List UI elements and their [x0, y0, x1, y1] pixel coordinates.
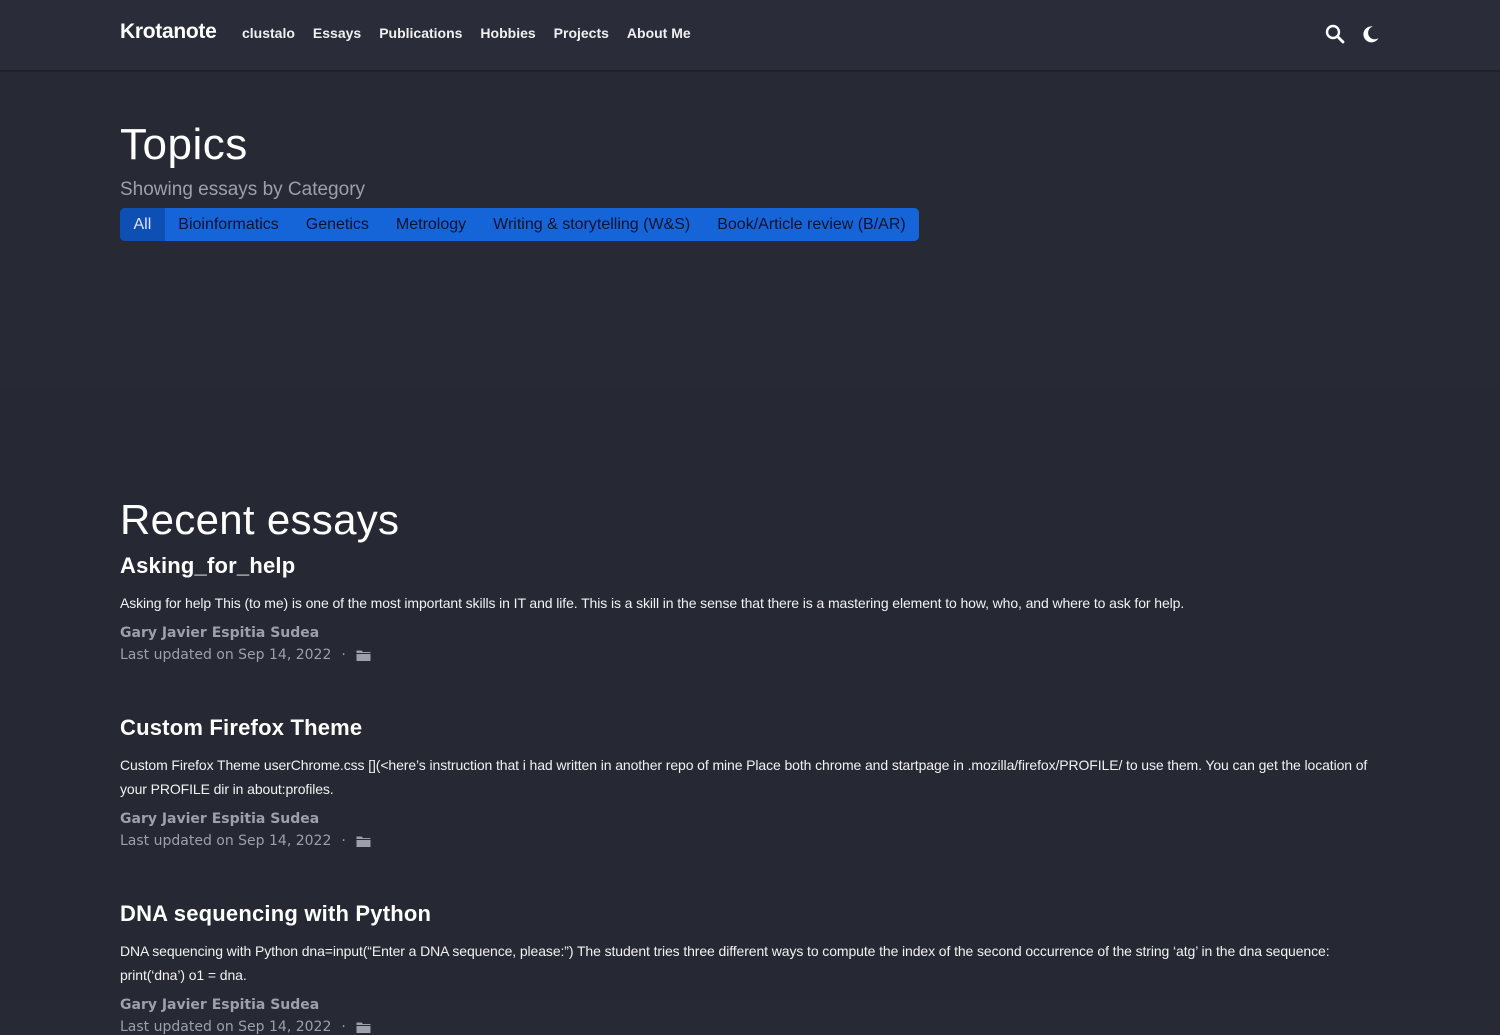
- folder-icon[interactable]: [356, 649, 371, 662]
- recent-essays-title: Recent essays: [120, 496, 400, 543]
- nav-link-publications[interactable]: Publications: [379, 25, 462, 41]
- essay-updated: Last updated on Sep 14, 2022: [120, 833, 332, 849]
- top-navbar: Krotanote clustalo Essays Publications H…: [0, 0, 1500, 72]
- nav-link-projects[interactable]: Projects: [554, 25, 609, 41]
- essay-card: Custom Firefox Theme Custom Firefox Them…: [120, 715, 1380, 849]
- recent-essays-section: Recent essays Asking_for_help Asking for…: [0, 386, 1500, 1035]
- filter-metrology[interactable]: Metrology: [382, 208, 480, 241]
- filter-all[interactable]: All: [120, 208, 165, 241]
- topics-title: Topics: [120, 120, 248, 169]
- nav-link-clustalo[interactable]: clustalo: [242, 25, 295, 41]
- filter-genetics[interactable]: Genetics: [292, 208, 383, 241]
- meta-separator: ·: [341, 1019, 346, 1035]
- essay-meta: Last updated on Sep 14, 2022 ·: [120, 1019, 1380, 1035]
- essay-author: Gary Javier Espitia Sudea: [120, 625, 320, 641]
- essay-summary: Custom Firefox Theme userChrome.css [](<…: [120, 757, 1368, 797]
- essay-summary: DNA sequencing with Python dna=input(“En…: [120, 943, 1330, 983]
- essay-summary: Asking for help This (to me) is one of t…: [120, 595, 1185, 611]
- filter-writing-storytelling[interactable]: Writing & storytelling (W&S): [479, 208, 704, 241]
- moon-icon[interactable]: [1361, 24, 1381, 44]
- filter-bioinformatics[interactable]: Bioinformatics: [164, 208, 293, 241]
- essay-meta: Last updated on Sep 14, 2022 ·: [120, 833, 1380, 849]
- essay-title[interactable]: DNA sequencing with Python: [120, 901, 1380, 927]
- topics-subtitle: Showing essays by Category: [120, 179, 366, 200]
- nav-link-hobbies[interactable]: Hobbies: [480, 25, 535, 41]
- site-brand[interactable]: Krotanote: [120, 20, 217, 44]
- essay-title[interactable]: Asking_for_help: [120, 553, 1380, 579]
- meta-separator: ·: [341, 833, 346, 849]
- filter-book-article-review[interactable]: Book/Article review (B/AR): [703, 208, 920, 241]
- essay-author: Gary Javier Espitia Sudea: [120, 811, 320, 827]
- category-filter-bar: All Bioinformatics Genetics Metrology Wr…: [120, 208, 920, 241]
- essay-updated: Last updated on Sep 14, 2022: [120, 647, 332, 663]
- folder-icon[interactable]: [356, 1021, 371, 1034]
- essay-meta: Last updated on Sep 14, 2022 ·: [120, 647, 1380, 663]
- essay-updated: Last updated on Sep 14, 2022: [120, 1019, 332, 1035]
- essay-card: Asking_for_help Asking for help This (to…: [120, 553, 1380, 663]
- folder-icon[interactable]: [356, 835, 371, 848]
- essay-author: Gary Javier Espitia Sudea: [120, 997, 320, 1013]
- search-icon[interactable]: [1325, 24, 1345, 44]
- essay-card: DNA sequencing with Python DNA sequencin…: [120, 901, 1380, 1035]
- meta-separator: ·: [341, 647, 346, 663]
- essay-title[interactable]: Custom Firefox Theme: [120, 715, 1380, 741]
- nav-link-about-me[interactable]: About Me: [627, 25, 691, 41]
- nav-link-essays[interactable]: Essays: [313, 25, 361, 41]
- nav-links: clustalo Essays Publications Hobbies Pro…: [242, 25, 691, 41]
- topics-hero: Topics Showing essays by Category All Bi…: [0, 72, 1500, 386]
